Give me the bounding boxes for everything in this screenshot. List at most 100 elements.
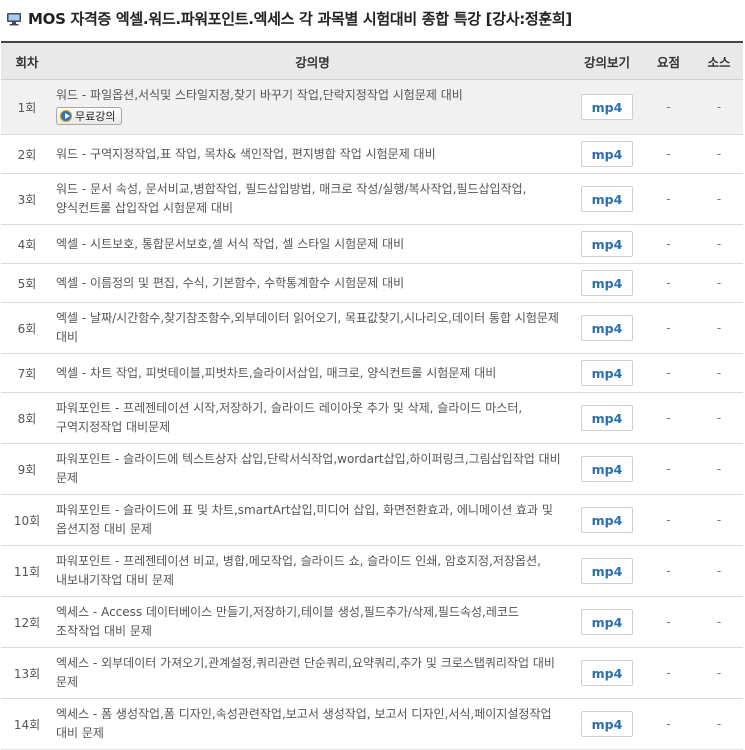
header-summary: 요점 <box>642 42 695 80</box>
lecture-title-cell: 엑세스 - 폼 생성작업,폼 디자인,속성관련작업,보고서 생성작업, 보고서 … <box>53 698 572 750</box>
table-row: 7회 엑셀 - 차트 작업, 피벗테이블,피벗차트,슬라이서삽입, 매크로, 양식… <box>1 353 743 393</box>
lecture-title-cell: 엑셀 - 차트 작업, 피벗테이블,피벗차트,슬라이서삽입, 매크로, 양식컨트… <box>53 353 572 393</box>
table-row: 14회 엑세스 - 폼 생성작업,폼 디자인,속성관련작업,보고서 생성작업, 보… <box>1 698 743 750</box>
watch-cell: mp4 <box>572 224 642 264</box>
lecture-number: 8회 <box>1 392 53 444</box>
mp4-button[interactable]: mp4 <box>581 456 633 482</box>
lecture-number: 1회 <box>1 79 53 135</box>
lecture-title-cell: 파워포인트 - 슬라이드에 표 및 차트,smartArt삽입,미디어 삽입, … <box>53 494 572 546</box>
source-cell: - <box>695 392 743 444</box>
mp4-button[interactable]: mp4 <box>581 141 633 167</box>
table-row: 9회 파워포인트 - 슬라이드에 텍스트상자 삽입,단락서식작업,wordart삽… <box>1 443 743 495</box>
source-cell: - <box>695 134 743 174</box>
mp4-button[interactable]: mp4 <box>581 270 633 296</box>
lecture-title: 워드 - 구역지정작업,표 작업, 목차& 색인작업, 편지병합 작업 시험문제… <box>56 146 436 161</box>
mp4-button[interactable]: mp4 <box>581 405 633 431</box>
lecture-number: 11회 <box>1 545 53 597</box>
lecture-title: 엑세스 - Access 데이터베이스 만들기,저장하기,테이블 생성,필드추가… <box>56 605 519 638</box>
lecture-title-cell: 워드 - 파일옵션,서식및 스타일지정,찾기 바꾸기 작업,단락지정작업 시험문… <box>53 79 572 135</box>
lecture-title: 엑셀 - 시트보호, 통합문서보호,셀 서식 작업, 셀 스타일 시험문제 대비 <box>56 236 405 251</box>
lecture-rows: 1회 워드 - 파일옵션,서식및 스타일지정,찾기 바꾸기 작업,단락지정작업 시… <box>1 79 743 750</box>
table-row: 11회 파워포인트 - 프레젠테이션 비교, 병합,메모작업, 슬라이드 쇼, 슬… <box>1 545 743 597</box>
lecture-title-cell: 파워포인트 - 프레젠테이션 시작,저장하기, 슬라이드 레이아웃 추가 및 삭… <box>53 392 572 444</box>
lecture-title: 엑세스 - 외부데이터 가져오기,관계설정,쿼리관련 단순쿼리,요약쿼리,추가 … <box>56 656 555 689</box>
free-lecture-label: 무료강의 <box>75 109 116 123</box>
summary-cell: - <box>642 302 695 354</box>
monitor-icon <box>6 11 22 26</box>
summary-cell: - <box>642 173 695 225</box>
table-row: 5회 엑셀 - 이름정의 및 편집, 수식, 기본함수, 수학통계함수 시험문제 … <box>1 263 743 303</box>
lecture-number: 14회 <box>1 698 53 750</box>
lecture-number: 7회 <box>1 353 53 393</box>
summary-cell: - <box>642 494 695 546</box>
mp4-button[interactable]: mp4 <box>581 231 633 257</box>
mp4-button[interactable]: mp4 <box>581 660 633 686</box>
lecture-title-cell: 엑세스 - 외부데이터 가져오기,관계설정,쿼리관련 단순쿼리,요약쿼리,추가 … <box>53 647 572 699</box>
lecture-number: 13회 <box>1 647 53 699</box>
mp4-button[interactable]: mp4 <box>581 360 633 386</box>
watch-cell: mp4 <box>572 698 642 750</box>
lecture-title: 파워포인트 - 프레젠테이션 시작,저장하기, 슬라이드 레이아웃 추가 및 삭… <box>56 401 523 434</box>
source-cell: - <box>695 302 743 354</box>
summary-cell: - <box>642 392 695 444</box>
table-row: 4회 엑셀 - 시트보호, 통합문서보호,셀 서식 작업, 셀 스타일 시험문제 … <box>1 224 743 264</box>
source-cell: - <box>695 79 743 135</box>
lecture-title-cell: 엑세스 - Access 데이터베이스 만들기,저장하기,테이블 생성,필드추가… <box>53 596 572 648</box>
table-row: 10회 파워포인트 - 슬라이드에 표 및 차트,smartArt삽입,미디어 삽… <box>1 494 743 546</box>
summary-cell: - <box>642 134 695 174</box>
mp4-button[interactable]: mp4 <box>581 186 633 212</box>
mp4-button[interactable]: mp4 <box>581 609 633 635</box>
summary-cell: - <box>642 698 695 750</box>
summary-cell: - <box>642 596 695 648</box>
mp4-button[interactable]: mp4 <box>581 558 633 584</box>
source-cell: - <box>695 353 743 393</box>
table-row: 2회 워드 - 구역지정작업,표 작업, 목차& 색인작업, 편지병합 작업 시험… <box>1 134 743 174</box>
mp4-button[interactable]: mp4 <box>581 315 633 341</box>
table-header-row: 회차 강의명 강의보기 요점 소스 <box>1 42 743 80</box>
summary-cell: - <box>642 443 695 495</box>
lecture-title-cell: 워드 - 문서 속성, 문서비교,병합작업, 필드삽입방법, 매크로 작성/실행… <box>53 173 572 225</box>
watch-cell: mp4 <box>572 353 642 393</box>
source-cell: - <box>695 545 743 597</box>
source-cell: - <box>695 224 743 264</box>
summary-cell: - <box>642 79 695 135</box>
header-watch: 강의보기 <box>572 42 642 80</box>
mp4-button[interactable]: mp4 <box>581 711 633 737</box>
table-row: 8회 파워포인트 - 프레젠테이션 시작,저장하기, 슬라이드 레이아웃 추가 및… <box>1 392 743 444</box>
lecture-title: 엑셀 - 이름정의 및 편집, 수식, 기본함수, 수학통계함수 시험문제 대비 <box>56 275 405 290</box>
lecture-number: 6회 <box>1 302 53 354</box>
table-row: 1회 워드 - 파일옵션,서식및 스타일지정,찾기 바꾸기 작업,단락지정작업 시… <box>1 79 743 135</box>
page-title: MOS 자격증 엑셀.워드.파워포인트.엑세스 각 과목별 시험대비 종합 특강… <box>28 9 572 28</box>
source-cell: - <box>695 698 743 750</box>
lecture-title: 파워포인트 - 슬라이드에 텍스트상자 삽입,단락서식작업,wordart삽입,… <box>56 452 561 485</box>
source-cell: - <box>695 596 743 648</box>
lecture-table: 회차 강의명 강의보기 요점 소스 1회 워드 - 파일옵션,서식및 스타일지정,… <box>1 41 743 750</box>
lecture-title: 엑셀 - 날짜/시간함수,찾기참조함수,외부데이터 읽어오기, 목표값찾기,시나… <box>56 311 559 344</box>
source-cell: - <box>695 647 743 699</box>
watch-cell: mp4 <box>572 173 642 225</box>
lecture-title-cell: 파워포인트 - 슬라이드에 텍스트상자 삽입,단락서식작업,wordart삽입,… <box>53 443 572 495</box>
lecture-number: 2회 <box>1 134 53 174</box>
play-icon <box>60 110 72 122</box>
page-header: MOS 자격증 엑셀.워드.파워포인트.엑세스 각 과목별 시험대비 종합 특강… <box>0 0 745 36</box>
lecture-title-cell: 엑셀 - 시트보호, 통합문서보호,셀 서식 작업, 셀 스타일 시험문제 대비 <box>53 224 572 264</box>
mp4-button[interactable]: mp4 <box>581 94 633 120</box>
lecture-number: 9회 <box>1 443 53 495</box>
lecture-title-cell: 파워포인트 - 프레젠테이션 비교, 병합,메모작업, 슬라이드 쇼, 슬라이드… <box>53 545 572 597</box>
lecture-title-cell: 엑셀 - 날짜/시간함수,찾기참조함수,외부데이터 읽어오기, 목표값찾기,시나… <box>53 302 572 354</box>
watch-cell: mp4 <box>572 545 642 597</box>
lecture-number: 3회 <box>1 173 53 225</box>
summary-cell: - <box>642 545 695 597</box>
lecture-number: 5회 <box>1 263 53 303</box>
table-row: 13회 엑세스 - 외부데이터 가져오기,관계설정,쿼리관련 단순쿼리,요약쿼리,… <box>1 647 743 699</box>
watch-cell: mp4 <box>572 494 642 546</box>
mp4-button[interactable]: mp4 <box>581 507 633 533</box>
free-lecture-button[interactable]: 무료강의 <box>56 107 123 125</box>
source-cell: - <box>695 494 743 546</box>
lecture-number: 12회 <box>1 596 53 648</box>
summary-cell: - <box>642 224 695 264</box>
summary-cell: - <box>642 263 695 303</box>
summary-cell: - <box>642 647 695 699</box>
watch-cell: mp4 <box>572 392 642 444</box>
source-cell: - <box>695 443 743 495</box>
